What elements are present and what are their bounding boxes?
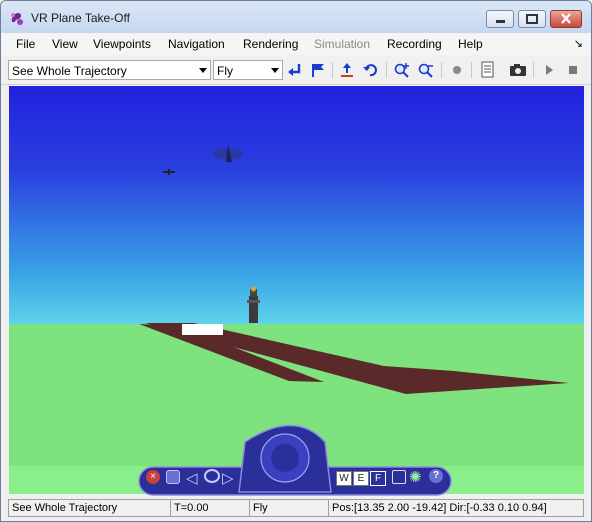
toolbar-separator (533, 62, 534, 78)
close-button[interactable] (550, 10, 582, 28)
menu-help[interactable]: Help (458, 37, 483, 51)
menu-bar: File View Viewpoints Navigation Renderin… (1, 33, 591, 55)
application-window: VR Plane Take-Off File View Viewpoints N… (0, 0, 592, 522)
viewpoint-select[interactable]: See Whole Trajectory (8, 60, 211, 80)
plane-shadow-marker (213, 144, 243, 162)
menu-recording[interactable]: Recording (387, 37, 442, 51)
walk-mode-button[interactable]: W (336, 471, 352, 486)
go-to-default-button[interactable] (361, 60, 381, 80)
window-title: VR Plane Take-Off (31, 11, 130, 25)
home-viewpoint-icon[interactable] (204, 469, 220, 483)
zoom-in-icon (394, 63, 409, 78)
toolbar-separator (332, 62, 333, 78)
stop-simulation-button (563, 60, 583, 80)
vr-scene (9, 144, 584, 466)
previous-viewpoint-icon[interactable]: ◁ (186, 469, 198, 487)
vr-app-icon (11, 13, 23, 25)
navmode-select[interactable]: Fly (213, 60, 283, 80)
toolbar-separator (441, 62, 442, 78)
menu-navigation[interactable]: Navigation (168, 37, 225, 51)
control-tower (247, 286, 260, 323)
undo-move-icon (363, 64, 377, 77)
airplane (163, 169, 175, 175)
start-simulation-button (539, 60, 559, 80)
record-icon (453, 66, 461, 74)
status-mode: Fly (249, 499, 329, 517)
straighten-up-icon (341, 63, 353, 77)
play-icon (546, 65, 553, 75)
status-time: T=0.00 (170, 499, 250, 517)
toolbar-separator (386, 62, 387, 78)
create-viewpoint-button[interactable] (308, 60, 328, 80)
menu-rendering[interactable]: Rendering (243, 37, 298, 51)
menu-view[interactable]: View (52, 37, 78, 51)
return-viewpoint-button[interactable] (285, 60, 305, 80)
navigation-panel: × ◁ ▷ W E F ✺ ? (9, 424, 584, 496)
capture-frame-button[interactable] (508, 60, 528, 80)
stop-icon (569, 66, 577, 74)
dock-arrow-icon[interactable]: ↘ (574, 37, 583, 50)
zoom-in-button[interactable] (392, 60, 412, 80)
next-viewpoint-icon[interactable]: ▷ (222, 469, 234, 487)
examine-mode-button[interactable]: E (353, 471, 369, 486)
navigation-panel-graphic (138, 424, 452, 496)
status-bar: See Whole Trajectory T=0.00 Fly Pos:[13.… (1, 497, 591, 519)
camera-icon (510, 64, 526, 76)
status-position: Pos:[13.35 2.00 -19.42] Dir:[-0.33 0.10 … (328, 499, 584, 517)
return-arrow-icon (288, 64, 301, 76)
frame-view-icon[interactable] (392, 470, 406, 484)
minimize-icon (496, 20, 505, 23)
hangar-building (182, 324, 223, 335)
zoom-out-button[interactable] (416, 60, 436, 80)
vr-canvas[interactable] (9, 86, 584, 466)
navmode-select-value: Fly (217, 64, 233, 78)
menu-simulation: Simulation (314, 37, 371, 51)
status-viewpoint: See Whole Trajectory (8, 499, 171, 517)
toolbar-separator (471, 62, 472, 78)
toolbar: See Whole Trajectory Fly (1, 56, 591, 85)
title-bar[interactable]: VR Plane Take-Off (1, 1, 591, 33)
menu-viewpoints[interactable]: Viewpoints (93, 37, 151, 51)
maximize-button[interactable] (518, 10, 546, 28)
viewpoint-select-value: See Whole Trajectory (12, 64, 127, 78)
straighten-up-button[interactable] (337, 60, 357, 80)
chevron-down-icon (271, 68, 279, 73)
menu-file[interactable]: File (16, 37, 35, 51)
chevron-down-icon (199, 68, 207, 73)
scene-tree-button[interactable] (477, 60, 497, 80)
minimize-button[interactable] (486, 10, 514, 28)
fly-mode-button[interactable]: F (370, 471, 386, 486)
flag-icon (312, 64, 324, 77)
close-icon (561, 13, 571, 24)
document-tree-icon (481, 61, 494, 78)
zoom-out-icon (418, 63, 433, 78)
record-button[interactable] (447, 60, 467, 80)
help-nav-icon[interactable]: ? (429, 469, 443, 483)
headlight-icon[interactable]: ✺ (409, 468, 422, 486)
minimize-nav-icon[interactable] (166, 470, 180, 484)
close-nav-icon[interactable]: × (146, 470, 160, 484)
maximize-icon (526, 14, 538, 24)
